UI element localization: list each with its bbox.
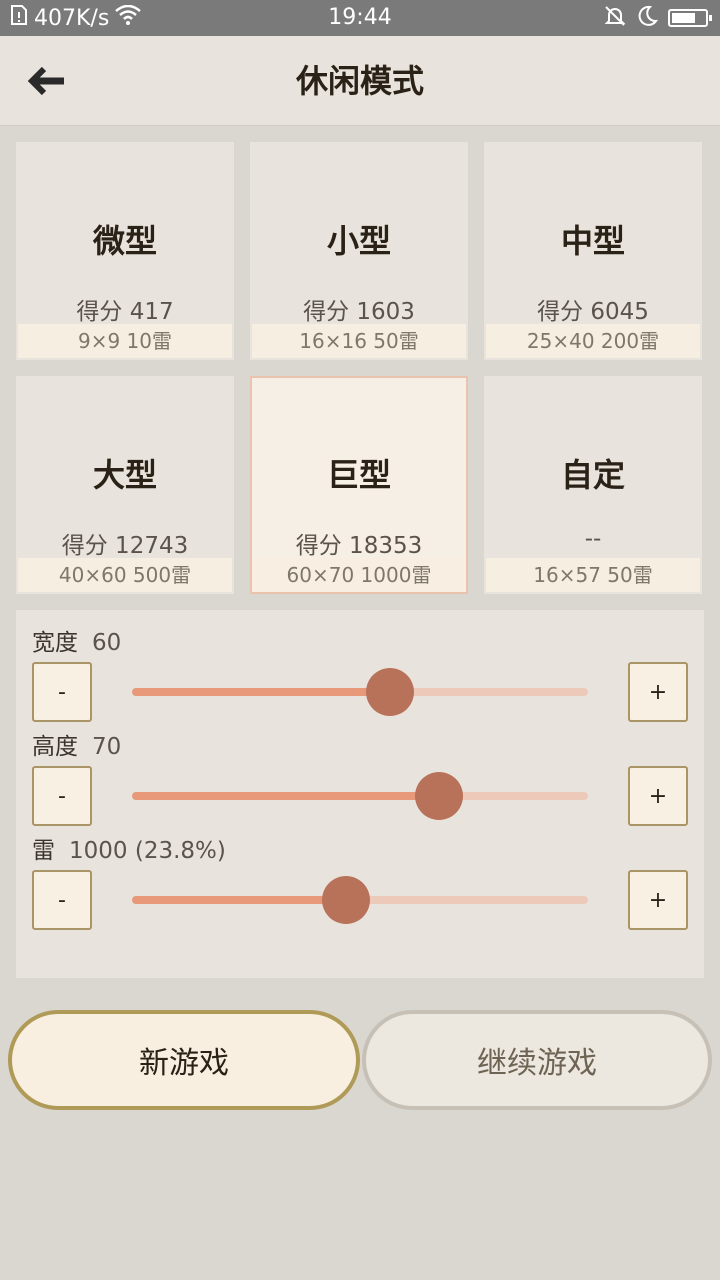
moon-icon xyxy=(636,5,659,31)
width-plus-button[interactable]: + xyxy=(628,662,688,722)
preset-card-mini[interactable]: 微型 得分 417 9×9 10雷 xyxy=(16,142,234,360)
mines-slider-thumb[interactable] xyxy=(322,876,371,924)
mines-slider-fill xyxy=(132,896,347,904)
preset-name: 大型 xyxy=(92,456,157,494)
preset-score: 得分 18353 xyxy=(295,533,423,559)
width-minus-button[interactable]: - xyxy=(32,662,92,722)
mines-label: 雷 xyxy=(32,838,55,864)
mines-value: 1000 (23.8%) xyxy=(69,838,226,864)
preset-name: 微型 xyxy=(92,222,157,260)
preset-score: -- xyxy=(584,526,602,552)
height-slider[interactable] xyxy=(132,772,588,820)
width-slider-thumb[interactable] xyxy=(366,668,415,716)
page-title: 休闲模式 xyxy=(295,62,424,100)
preset-score: 得分 417 xyxy=(76,299,174,325)
width-value: 60 xyxy=(92,630,122,656)
preset-card-medium[interactable]: 中型 得分 6045 25×40 200雷 xyxy=(484,142,702,360)
preset-name: 小型 xyxy=(326,222,391,260)
height-minus-button[interactable]: - xyxy=(32,766,92,826)
continue-game-button[interactable]: 继续游戏 xyxy=(362,1010,712,1110)
app-header: 休闲模式 xyxy=(0,36,720,126)
preset-name: 中型 xyxy=(560,222,625,260)
new-game-button[interactable]: 新游戏 xyxy=(8,1010,360,1110)
width-slider[interactable] xyxy=(132,668,588,716)
battery-fill xyxy=(672,13,695,23)
preset-spec: 16×57 50雷 xyxy=(486,558,700,592)
width-label-row: 宽度 60 xyxy=(32,628,121,658)
preset-score: 得分 12743 xyxy=(61,533,189,559)
preset-card-custom[interactable]: 自定 -- 16×57 50雷 xyxy=(484,376,702,594)
height-value: 70 xyxy=(92,734,122,760)
preset-card-small[interactable]: 小型 得分 1603 16×16 50雷 xyxy=(250,142,468,360)
mines-slider[interactable] xyxy=(132,876,588,924)
custom-settings-panel: 宽度 60 - + 高度 70 - + 雷 1000 (23.8%) - + xyxy=(16,610,704,978)
status-right xyxy=(604,4,712,32)
preset-spec: 9×9 10雷 xyxy=(18,324,232,358)
preset-spec: 40×60 500雷 xyxy=(18,558,232,592)
height-label: 高度 xyxy=(32,734,78,760)
mines-plus-button[interactable]: + xyxy=(628,870,688,930)
mines-minus-button[interactable]: - xyxy=(32,870,92,930)
preset-card-huge[interactable]: 巨型 得分 18353 60×70 1000雷 xyxy=(250,376,468,594)
preset-name: 巨型 xyxy=(326,456,391,494)
mute-bell-icon xyxy=(604,5,626,31)
preset-score: 得分 1603 xyxy=(303,299,415,325)
height-slider-fill xyxy=(132,792,439,800)
width-label: 宽度 xyxy=(32,630,78,656)
preset-spec: 60×70 1000雷 xyxy=(252,558,466,592)
preset-card-large[interactable]: 大型 得分 12743 40×60 500雷 xyxy=(16,376,234,594)
preset-score: 得分 6045 xyxy=(537,299,649,325)
mines-label-row: 雷 1000 (23.8%) xyxy=(32,836,226,866)
height-slider-thumb[interactable] xyxy=(414,772,463,820)
status-bar: 407K/s 19:44 xyxy=(0,0,720,36)
battery-icon xyxy=(668,9,712,27)
preset-spec: 16×16 50雷 xyxy=(252,324,466,358)
height-plus-button[interactable]: + xyxy=(628,766,688,826)
height-label-row: 高度 70 xyxy=(32,732,121,762)
width-slider-fill xyxy=(132,688,391,696)
preset-spec: 25×40 200雷 xyxy=(486,324,700,358)
preset-name: 自定 xyxy=(560,456,625,494)
